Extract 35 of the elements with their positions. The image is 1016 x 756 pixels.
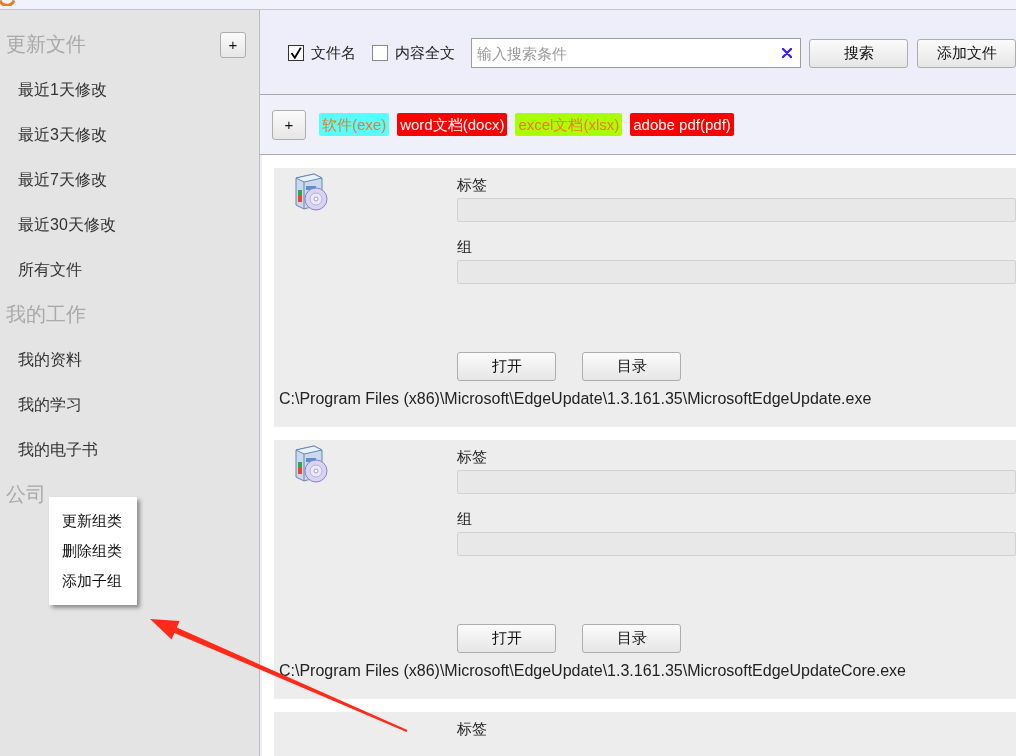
menu-item[interactable]: 删除组类 xyxy=(62,536,137,566)
checkbox-label: 文件名 xyxy=(311,43,356,63)
add-tag-button[interactable]: + xyxy=(272,109,306,140)
checkbox-label: 内容全文 xyxy=(395,43,455,63)
folder-button[interactable]: 目录 xyxy=(582,352,681,381)
open-button[interactable]: 打开 xyxy=(457,352,556,381)
file-path: C:\Program Files (x86)\Microsoft\EdgeUpdate\1.3.161.35\MicrosoftEdgeUpdate.exe xyxy=(279,390,872,408)
field-label: 标签 xyxy=(457,720,487,738)
sidebar-item[interactable]: 最近1天修改 xyxy=(0,67,259,112)
sidebar-item[interactable]: 我的资料 xyxy=(0,337,259,382)
menu-item[interactable]: 更新组类 xyxy=(62,506,137,536)
sidebar-item[interactable]: 最近3天修改 xyxy=(0,112,259,157)
add-file-button[interactable]: 添加文件 xyxy=(917,38,1016,68)
file-type-tag[interactable]: adobe pdf(pdf) xyxy=(630,113,734,136)
app-logo-icon xyxy=(0,0,16,6)
sidebar-item[interactable]: 最近30天修改 xyxy=(0,202,259,247)
sidebar-item[interactable]: 最近7天修改 xyxy=(0,157,259,202)
field-label: 标签 xyxy=(457,448,487,466)
field-label: 标签 xyxy=(457,176,487,194)
sidebar-item[interactable]: 所有文件 xyxy=(0,247,259,292)
checkbox[interactable] xyxy=(372,45,388,61)
file-type-tag[interactable]: word文档(docx) xyxy=(397,113,508,136)
add-group-button[interactable]: + xyxy=(220,31,246,58)
folder-button[interactable]: 目录 xyxy=(582,624,681,653)
checkbox[interactable] xyxy=(288,45,304,61)
search-field[interactable]: 输入搜索条件 xyxy=(471,38,801,68)
sidebar-item[interactable]: 我的学习 xyxy=(0,382,259,427)
sidebar-item[interactable]: 我的电子书 xyxy=(0,427,259,472)
field-label: 组 xyxy=(457,238,472,256)
file-path: C:\Program Files (x86)\Microsoft\EdgeUpdate\1.3.161.35\MicrosoftEdgeUpdateCore.exe xyxy=(279,662,906,680)
menu-item[interactable]: 添加子组 xyxy=(62,566,137,596)
clear-icon[interactable] xyxy=(782,48,792,58)
open-button[interactable]: 打开 xyxy=(457,624,556,653)
search-button[interactable]: 搜索 xyxy=(809,38,908,68)
field-label: 组 xyxy=(457,510,472,528)
